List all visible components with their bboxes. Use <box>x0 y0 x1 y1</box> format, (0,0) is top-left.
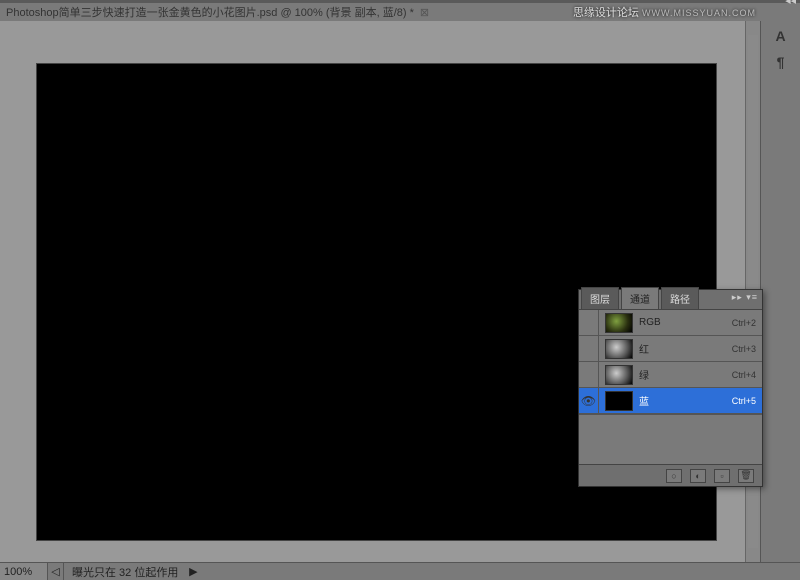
paragraph-tool-icon[interactable]: ¶ <box>767 51 795 73</box>
channel-shortcut: Ctrl+5 <box>718 396 762 406</box>
visibility-toggle-icon[interactable] <box>579 336 599 361</box>
type-tool-icon[interactable]: A <box>767 25 795 47</box>
panel-tabs: 图层 通道 路径 ▸▸ ▾≡ <box>579 290 762 310</box>
channel-row-蓝[interactable]: 👁 蓝Ctrl+5 <box>579 388 762 414</box>
channel-row-RGB[interactable]: RGBCtrl+2 <box>579 310 762 336</box>
tab-layers[interactable]: 图层 <box>581 287 619 309</box>
channel-name: 蓝 <box>639 393 718 408</box>
new-channel-icon[interactable]: ▫ <box>714 469 730 483</box>
channels-panel: 图层 通道 路径 ▸▸ ▾≡ RGBCtrl+2红Ctrl+3绿Ctrl+4👁蓝… <box>578 289 763 487</box>
channel-thumbnail <box>605 391 633 411</box>
channel-name: RGB <box>639 317 718 328</box>
channel-list: RGBCtrl+2红Ctrl+3绿Ctrl+4👁蓝Ctrl+5 <box>579 310 762 414</box>
channel-shortcut: Ctrl+3 <box>718 344 762 354</box>
tab-paths[interactable]: 路径 <box>661 287 699 309</box>
visibility-toggle-icon[interactable]: 👁 <box>579 388 599 413</box>
right-toolbar: A ¶ <box>760 21 800 562</box>
channel-thumbnail <box>605 339 633 359</box>
visibility-toggle-icon[interactable] <box>579 310 599 335</box>
channel-shortcut: Ctrl+2 <box>718 318 762 328</box>
statusbar: 100% ◁ 曝光只在 32 位起作用 ▶ <box>0 562 800 580</box>
load-selection-icon[interactable]: ○ <box>666 469 682 483</box>
watermark-url: WWW.MISSYUAN.COM <box>642 8 756 18</box>
channel-name: 红 <box>639 341 718 356</box>
zoom-field[interactable]: 100% <box>0 563 48 580</box>
channel-name: 绿 <box>639 367 718 382</box>
watermark: 思缘设计论坛 WWW.MISSYUAN.COM <box>573 4 756 20</box>
status-play-icon[interactable]: ▶ <box>186 565 200 578</box>
close-document-icon[interactable]: ⊠ <box>420 6 429 19</box>
channel-row-红[interactable]: 红Ctrl+3 <box>579 336 762 362</box>
app-topbar <box>0 0 800 3</box>
panel-footer: ○ ◐ ▫ 🗑 <box>579 464 762 486</box>
panel-spacer <box>579 414 762 464</box>
status-info: 曝光只在 32 位起作用 <box>64 564 186 580</box>
zoom-stepper-icon[interactable]: ◁ <box>48 563 64 580</box>
save-selection-icon[interactable]: ◐ <box>690 469 706 483</box>
tab-channels[interactable]: 通道 <box>621 287 659 309</box>
document-title: Photoshop简单三步快速打造一张金黄色的小花图片.psd @ 100% (… <box>6 4 414 20</box>
panel-menu-icon[interactable]: ▸▸ ▾≡ <box>732 292 758 303</box>
delete-channel-icon[interactable]: 🗑 <box>738 469 754 483</box>
channel-shortcut: Ctrl+4 <box>718 370 762 380</box>
watermark-name: 思缘设计论坛 <box>573 7 639 19</box>
channel-thumbnail <box>605 313 633 333</box>
visibility-toggle-icon[interactable] <box>579 362 599 387</box>
channel-thumbnail <box>605 365 633 385</box>
channel-row-绿[interactable]: 绿Ctrl+4 <box>579 362 762 388</box>
